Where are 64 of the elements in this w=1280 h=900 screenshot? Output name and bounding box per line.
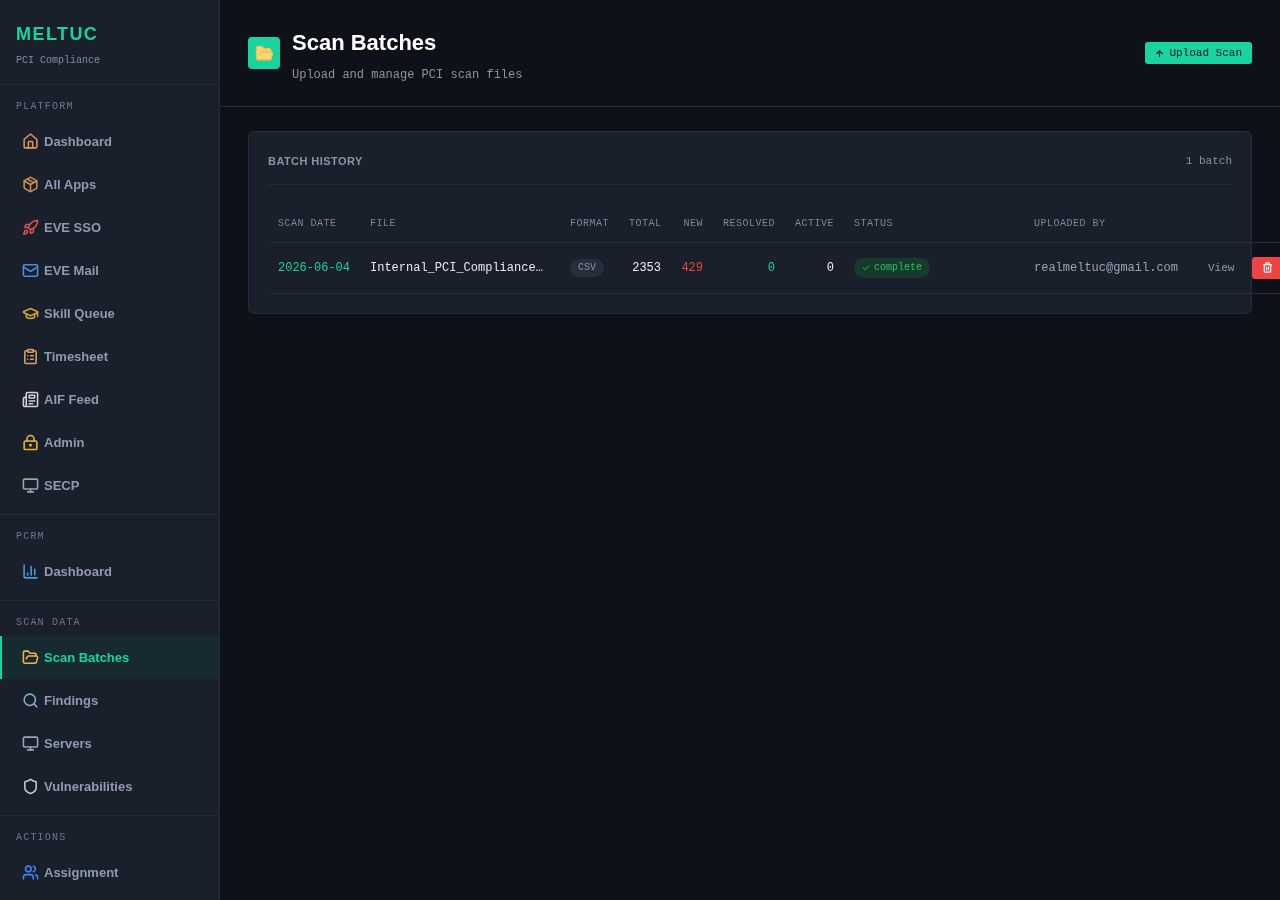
sidebar-item[interactable]: Skill Queue xyxy=(0,292,219,335)
sidebar-item[interactable]: SECP xyxy=(0,464,219,507)
search-icon xyxy=(22,692,39,709)
house-icon xyxy=(22,133,39,150)
sidebar-item[interactable]: Vulnerabilities xyxy=(0,765,219,808)
active-count: 0 xyxy=(826,260,834,275)
sidebar-item[interactable]: Admin xyxy=(0,421,219,464)
sidebar-item[interactable]: EVE Mail xyxy=(0,249,219,292)
section-label: SCAN DATA xyxy=(16,616,81,630)
column-header: FILE xyxy=(370,217,396,229)
check-icon xyxy=(862,263,870,272)
card-title: BATCH HISTORY xyxy=(268,154,363,170)
upload-arrow-icon xyxy=(1155,48,1165,58)
sidebar-item[interactable]: Assignment xyxy=(0,851,219,894)
section-label: PLATFORM xyxy=(16,100,74,114)
section-label: PCRM xyxy=(16,530,45,544)
monitor-icon xyxy=(22,477,39,494)
newspaper-icon xyxy=(22,391,39,408)
folder-icon xyxy=(22,649,39,666)
trash-icon xyxy=(1262,262,1273,273)
folder-icon xyxy=(248,37,280,69)
sidebar-item[interactable]: Timesheet xyxy=(0,335,219,378)
batch-count: 1 batch xyxy=(1185,154,1232,170)
lock-icon xyxy=(22,434,39,451)
sidebar-item[interactable]: EVE SSO xyxy=(0,206,219,249)
brand-subtitle: PCI Compliance xyxy=(16,54,100,68)
column-header: STATUS xyxy=(854,217,893,229)
format-badge: CSV xyxy=(570,259,604,277)
monitor-icon xyxy=(22,735,39,752)
bar-chart-icon xyxy=(22,563,39,580)
new-count: 429 xyxy=(681,260,703,275)
sidebar-item[interactable]: All Apps xyxy=(0,163,219,206)
upload-button[interactable]: Upload Scan xyxy=(1145,42,1252,64)
column-header: NEW xyxy=(683,217,703,229)
resolved-count: 0 xyxy=(767,260,775,275)
sidebar-item[interactable]: Findings xyxy=(0,679,219,722)
sidebar-item[interactable]: AIF Feed xyxy=(0,378,219,421)
column-header: ACTIVE xyxy=(795,217,834,229)
sidebar-item[interactable]: Servers xyxy=(0,722,219,765)
page-subtitle: Upload and manage PCI scan files xyxy=(292,67,523,83)
column-header: UPLOADED BY xyxy=(1034,217,1106,229)
sidebar-item[interactable]: Scan Batches xyxy=(0,636,219,679)
total-count: 2353 xyxy=(632,260,661,275)
column-header: RESOLVED xyxy=(723,217,775,229)
sidebar-item[interactable]: Dashboard xyxy=(0,120,219,163)
brand-name: MELTUC xyxy=(16,23,99,46)
people-icon xyxy=(22,864,39,881)
section-label: ACTIONS xyxy=(16,831,67,845)
shield-icon xyxy=(22,778,39,795)
package-icon xyxy=(22,176,39,193)
column-header: FORMAT xyxy=(570,217,609,229)
column-header: SCAN DATE xyxy=(278,217,337,229)
clipboard-icon xyxy=(22,348,39,365)
delete-button[interactable] xyxy=(1252,256,1280,279)
envelope-icon xyxy=(22,262,39,279)
uploader-email: realmeltuc@gmail.com xyxy=(1034,260,1179,275)
rocket-icon xyxy=(22,219,39,236)
column-header: TOTAL xyxy=(629,217,662,229)
view-link[interactable]: View xyxy=(1208,261,1235,274)
sidebar-item[interactable]: Dashboard xyxy=(0,550,219,593)
file-name: Internal_PCI_Compliance… xyxy=(370,260,543,275)
page-title: Scan Batches xyxy=(292,29,437,57)
graduation-cap-icon xyxy=(22,305,39,322)
scan-date: 2026-06-04 xyxy=(278,260,350,275)
